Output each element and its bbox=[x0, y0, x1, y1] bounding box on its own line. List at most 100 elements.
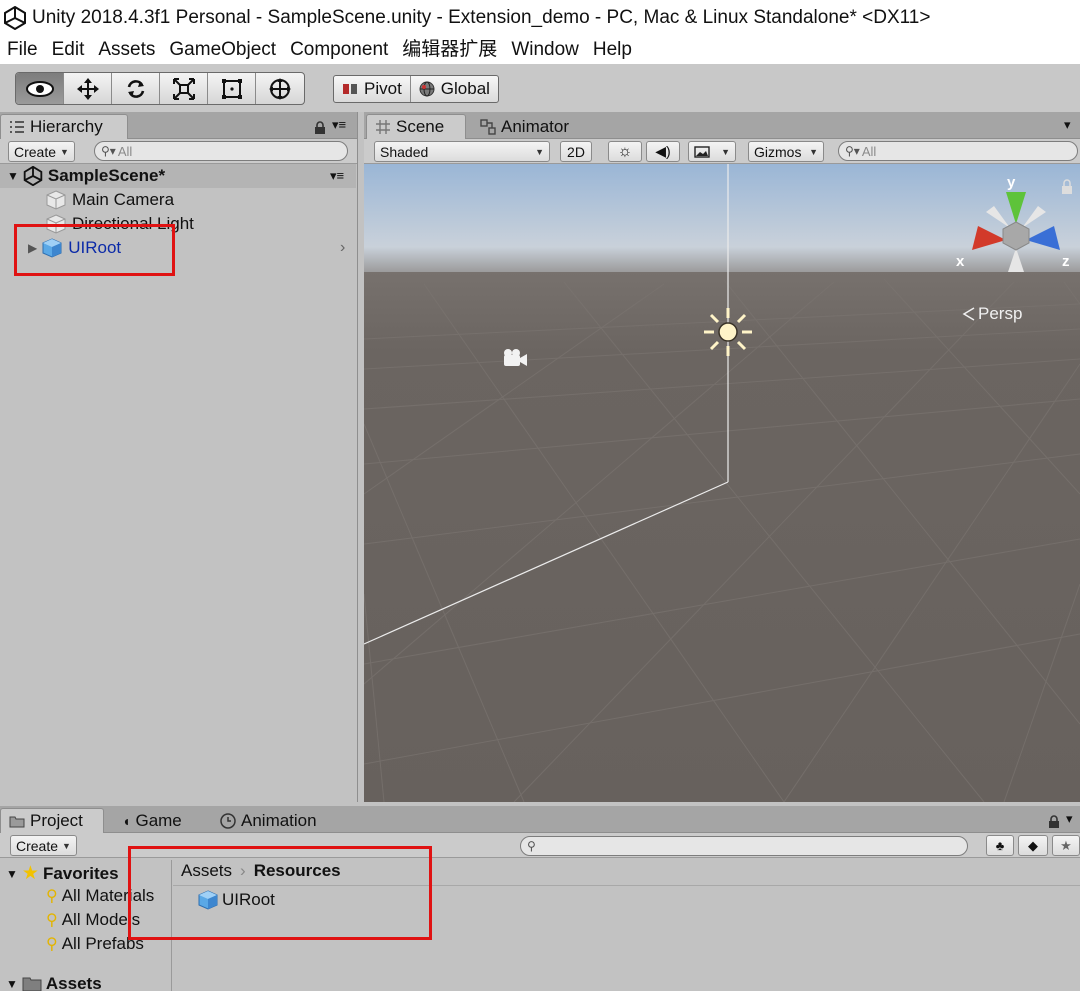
scene-menu-icon[interactable]: ▾≡ bbox=[330, 168, 344, 184]
scene-tabbar: Scene Animator ▾ bbox=[364, 112, 1080, 139]
unity-logo-icon bbox=[4, 6, 26, 30]
star-icon: ★ bbox=[21, 863, 39, 884]
favorite-search-button[interactable]: ★ bbox=[1052, 835, 1080, 856]
tab-project[interactable]: Project bbox=[0, 808, 104, 833]
sun-icon: ☼ bbox=[617, 142, 633, 160]
search-icon: ⚲ bbox=[46, 912, 58, 929]
lighting-toggle-button[interactable]: ☼ bbox=[608, 141, 642, 162]
panel-menu-icon[interactable]: ▾ bbox=[1064, 117, 1071, 133]
folder-icon bbox=[9, 816, 25, 827]
dropdown-arrow-icon: ▼ bbox=[721, 146, 730, 157]
hierarchy-item-label: Main Camera bbox=[72, 190, 175, 209]
tab-scene[interactable]: Scene bbox=[366, 114, 466, 139]
global-button[interactable]: Global bbox=[409, 76, 498, 102]
scene-view-canvas: y x z Persp bbox=[364, 164, 1080, 802]
menu-window[interactable]: Window bbox=[504, 37, 586, 63]
chevron-right-icon[interactable]: › bbox=[340, 239, 345, 257]
axis-z-label: z bbox=[1062, 253, 1070, 270]
tab-game[interactable]: ◖ Game bbox=[114, 808, 190, 833]
dropdown-arrow-icon: ▼ bbox=[60, 146, 69, 157]
window-title: Unity 2018.4.3f1 Personal - SampleScene.… bbox=[32, 7, 931, 28]
audio-toggle-button[interactable]: ◀) bbox=[646, 141, 680, 162]
view-tool-button[interactable] bbox=[16, 73, 64, 104]
project-tabbar: Project ◖ Game Animation ▾ bbox=[0, 806, 1080, 833]
unity-scene-icon bbox=[23, 166, 43, 186]
scene-tab-label: Scene bbox=[396, 117, 445, 136]
menu-file[interactable]: File bbox=[0, 37, 45, 63]
menu-gameobject[interactable]: GameObject bbox=[162, 37, 283, 63]
menu-help[interactable]: Help bbox=[586, 37, 639, 63]
hierarchy-tab-label: Hierarchy bbox=[30, 117, 103, 136]
panel-menu-icon[interactable]: ▾ bbox=[1066, 811, 1073, 827]
scene-name: SampleScene* bbox=[47, 166, 166, 185]
axis-y-label: y bbox=[1007, 174, 1016, 191]
lock-icon[interactable] bbox=[314, 121, 326, 134]
search-by-label-button[interactable]: ◆ bbox=[1018, 835, 1048, 856]
lock-icon[interactable] bbox=[1048, 815, 1060, 828]
rotate-tool-button[interactable] bbox=[112, 73, 160, 104]
speaker-icon: ◀) bbox=[655, 143, 671, 159]
transform-tools bbox=[15, 72, 305, 105]
eye-icon bbox=[25, 80, 54, 97]
pivot-button[interactable]: Pivot bbox=[334, 76, 410, 102]
highlight-box-project bbox=[128, 846, 432, 940]
directional-light-gizmo[interactable] bbox=[704, 308, 752, 356]
search-by-type-button[interactable]: ♣ bbox=[986, 835, 1014, 856]
project-tab-label: Project bbox=[30, 811, 83, 830]
toggle-2d-button[interactable]: 2D bbox=[560, 141, 592, 162]
gizmos-dropdown[interactable]: Gizmos ▼ bbox=[748, 141, 824, 162]
menu-assets[interactable]: Assets bbox=[91, 37, 162, 63]
highlight-box-hierarchy bbox=[14, 224, 175, 276]
pivot-label: Pivot bbox=[364, 79, 402, 98]
gizmos-label: Gizmos bbox=[754, 143, 802, 160]
search-icon: ⚲ bbox=[46, 888, 58, 905]
gameobject-cube-icon bbox=[46, 190, 66, 210]
favorites-label: Favorites bbox=[42, 863, 119, 883]
animator-tab-label: Animator bbox=[501, 116, 570, 136]
axis-x-label: x bbox=[956, 253, 965, 270]
rect-tool-button[interactable] bbox=[208, 73, 256, 104]
folder-icon bbox=[22, 977, 42, 991]
game-tab-label: Game bbox=[135, 810, 182, 830]
expand-arrow-icon[interactable]: ▼ bbox=[6, 977, 18, 991]
search-icon: ⚲ bbox=[46, 936, 58, 953]
hierarchy-create-button[interactable]: Create ▼ bbox=[8, 141, 75, 162]
shading-mode-dropdown[interactable]: Shaded ▼ bbox=[374, 141, 550, 162]
hierarchy-panel: Hierarchy ▾≡ Create ▼ ⚲▾ All ▼ SampleSce… bbox=[0, 112, 358, 802]
globe-icon bbox=[419, 81, 435, 97]
scale-icon bbox=[172, 77, 195, 100]
expand-arrow-icon[interactable]: ▼ bbox=[6, 867, 18, 881]
projection-label[interactable]: Persp bbox=[978, 304, 1022, 323]
filter-type-icon: ♣ bbox=[995, 838, 1005, 853]
scene-search-placeholder: All bbox=[861, 143, 877, 159]
move-tool-button[interactable] bbox=[64, 73, 112, 104]
tab-animator[interactable]: Animator bbox=[472, 114, 577, 139]
expand-arrow-icon[interactable]: ▼ bbox=[7, 169, 19, 183]
dropdown-arrow-icon: ▼ bbox=[809, 146, 818, 157]
menu-edit[interactable]: Edit bbox=[45, 37, 92, 63]
search-icon: ⚲ bbox=[527, 839, 536, 853]
transform-tool-button[interactable] bbox=[256, 73, 304, 104]
scene-panel: Scene Animator ▾ Shaded ▼ 2D ☼ ◀) ▼ Gizm… bbox=[364, 112, 1080, 802]
hierarchy-item-main-camera[interactable]: Main Camera bbox=[0, 188, 356, 212]
scene-viewport[interactable]: y x z Persp bbox=[364, 164, 1080, 802]
panel-menu-icon[interactable]: ▾≡ bbox=[332, 117, 346, 133]
hierarchy-search-input[interactable]: ⚲▾ All bbox=[94, 141, 348, 161]
scene-search-input[interactable]: ⚲▾ All bbox=[838, 141, 1078, 161]
assets-folder-row[interactable]: ▼ Assets bbox=[6, 974, 102, 991]
effects-dropdown[interactable]: ▼ bbox=[688, 141, 736, 162]
scene-root-row[interactable]: ▼ SampleScene* ▾≡ bbox=[0, 164, 356, 188]
tab-animation[interactable]: Animation bbox=[212, 808, 325, 833]
project-search-input[interactable]: ⚲ bbox=[520, 836, 968, 856]
combined-transform-icon bbox=[269, 77, 291, 100]
scale-tool-button[interactable] bbox=[160, 73, 208, 104]
image-icon bbox=[694, 145, 710, 158]
favorite-all-models[interactable]: ⚲ All Models bbox=[46, 910, 140, 930]
menu-editor-extension[interactable]: 编辑器扩展 bbox=[395, 37, 504, 63]
grid-icon bbox=[376, 120, 390, 134]
tab-hierarchy[interactable]: Hierarchy bbox=[0, 114, 128, 139]
project-create-button[interactable]: Create ▼ bbox=[10, 835, 77, 856]
create-label: Create bbox=[16, 837, 59, 854]
favorites-row[interactable]: ▼ ★ Favorites bbox=[6, 862, 119, 885]
menu-component[interactable]: Component bbox=[283, 37, 395, 63]
